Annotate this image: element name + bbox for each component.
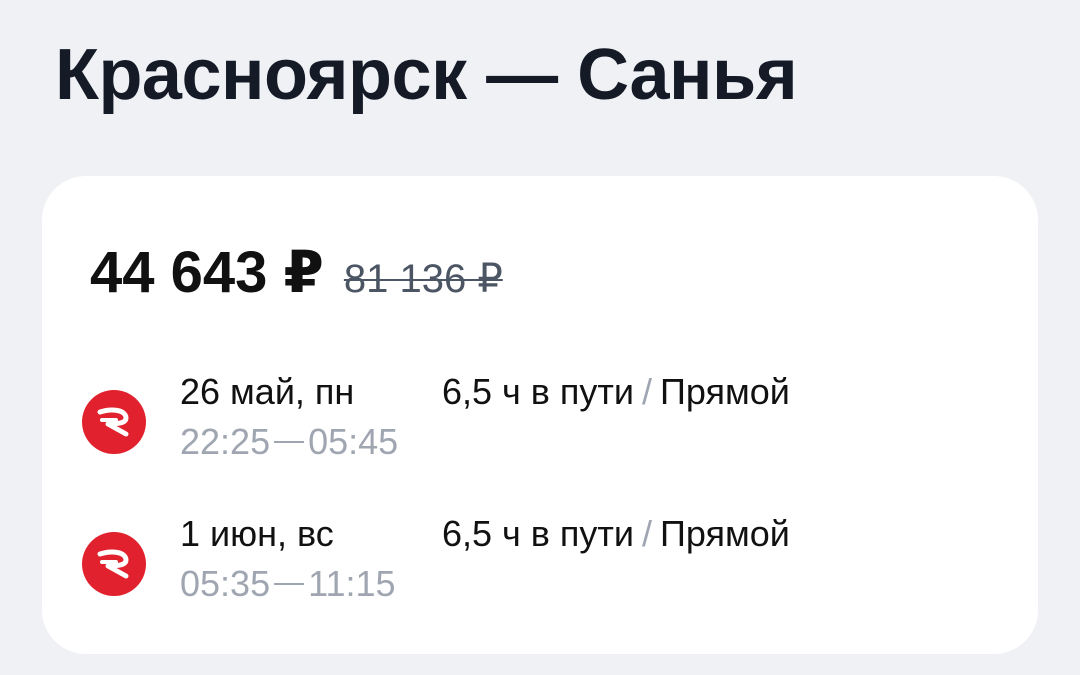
arrival-time: 05:45 xyxy=(308,421,399,462)
segment-times: 05:35 11:15 xyxy=(180,562,396,606)
departure-time: 22:25 xyxy=(180,421,271,462)
flight-segment-outbound: 26 май, пн 22:25 05:45 6,5 ч в пути / Прям… xyxy=(42,370,1038,470)
segment-type: Прямой xyxy=(660,371,790,412)
arrival-time: 11:15 xyxy=(308,563,396,604)
time-dash xyxy=(274,441,305,443)
airline-logo-icon xyxy=(82,532,146,596)
segment-duration: 6,5 ч в пути xyxy=(442,371,635,412)
airline-logo-icon xyxy=(82,390,146,454)
segment-times: 22:25 05:45 xyxy=(180,420,398,464)
old-price: 81 136 ₽ xyxy=(343,257,503,301)
price-row: 44 643 ₽ 81 136 ₽ xyxy=(90,238,503,308)
segment-date: 26 май, пн xyxy=(180,371,355,412)
current-price: 44 643 ₽ xyxy=(90,240,324,305)
route-title: Красноярск — Санья xyxy=(55,35,798,115)
flight-segment-return: 1 июн, вс 05:35 11:15 6,5 ч в пути / Прямо… xyxy=(42,512,1038,612)
departure-time: 05:35 xyxy=(180,563,271,604)
time-dash xyxy=(274,583,305,585)
info-separator: / xyxy=(642,371,653,412)
ticket-offer-card[interactable]: 44 643 ₽ 81 136 ₽ 26 май, пн 22:25 05:45… xyxy=(42,176,1038,654)
info-separator: / xyxy=(642,513,653,554)
segment-info: 6,5 ч в пути / Прямой xyxy=(442,512,790,556)
segment-type: Прямой xyxy=(660,513,790,554)
segment-date: 1 июн, вс xyxy=(180,513,334,554)
segment-duration: 6,5 ч в пути xyxy=(442,513,635,554)
segment-info: 6,5 ч в пути / Прямой xyxy=(442,370,790,414)
